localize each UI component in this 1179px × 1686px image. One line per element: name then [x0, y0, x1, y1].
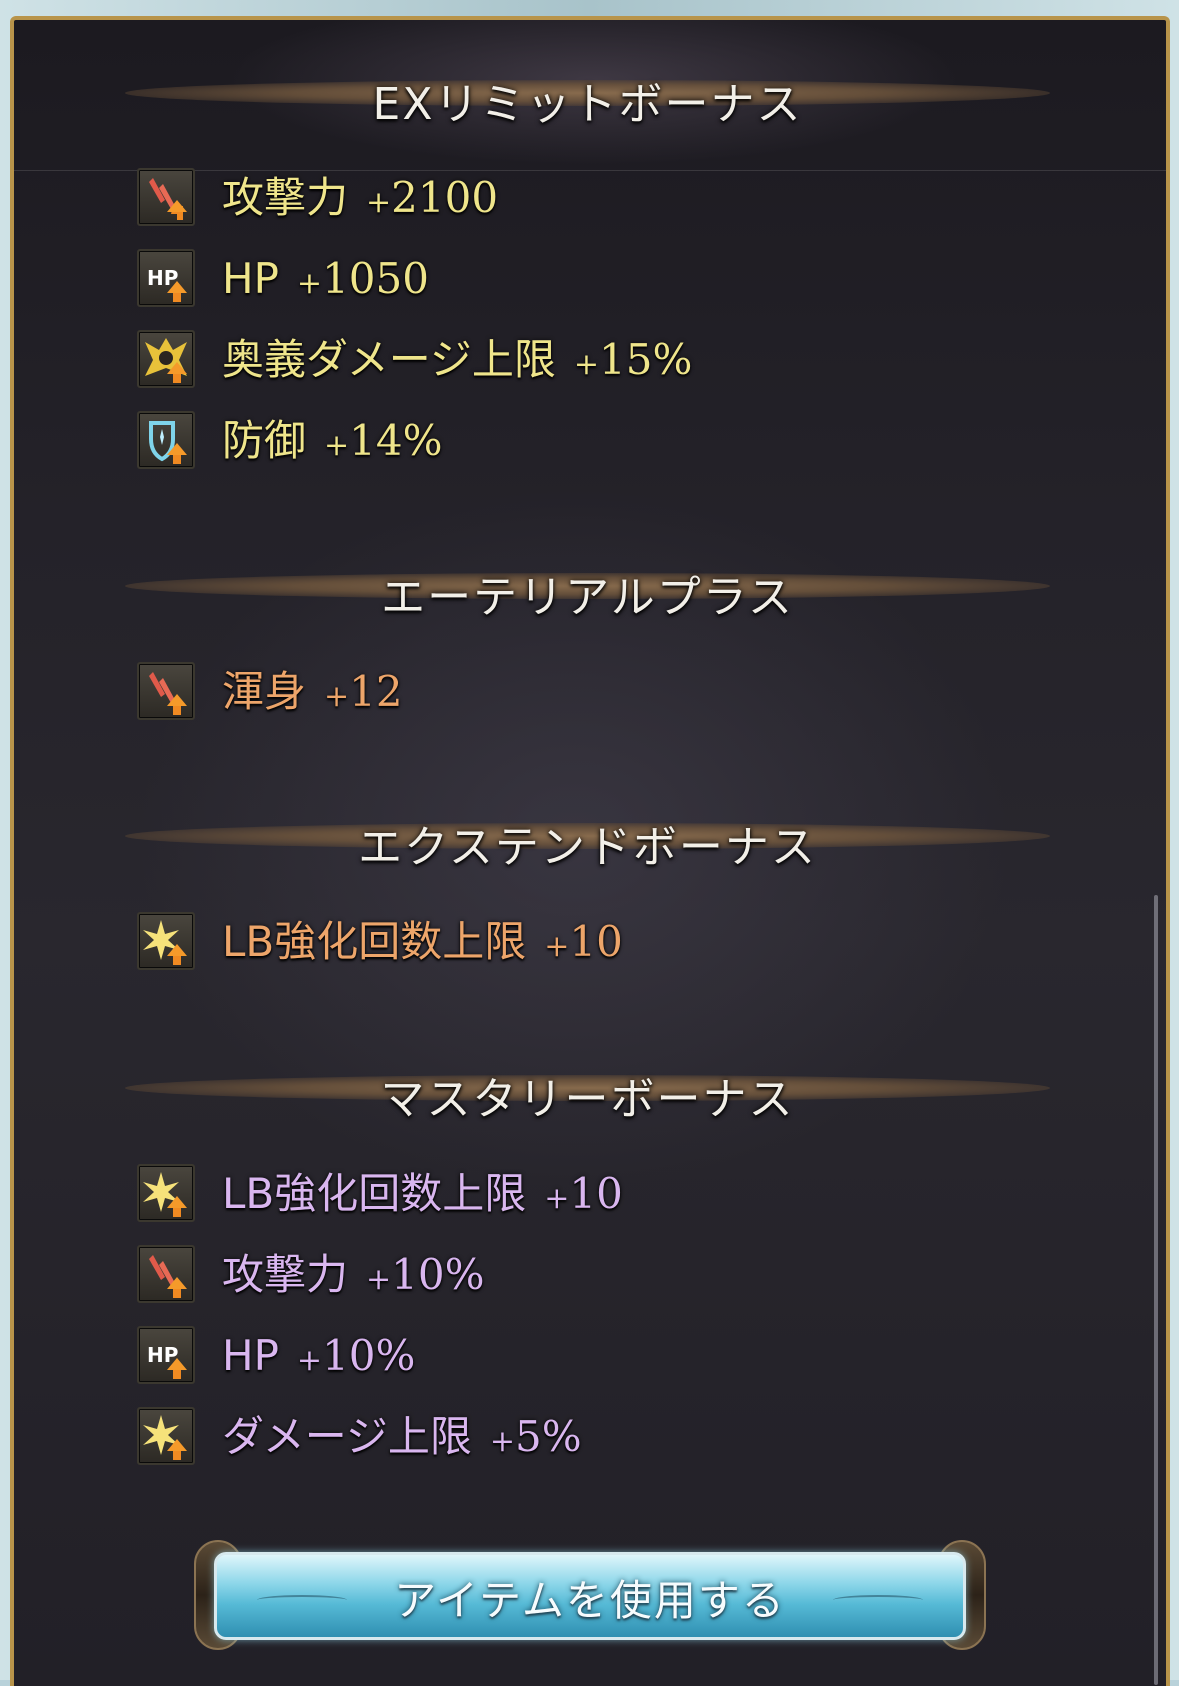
section-header-mastery-bonus: マスタリーボーナス [125, 1057, 1050, 1125]
section-header-ex-limit: EXリミットボーナス [125, 62, 1050, 130]
use-item-button[interactable]: アイテムを使用する [194, 1540, 986, 1650]
section-header-etherial-plus: エーテリアルプラス [125, 555, 1050, 623]
hp-up-icon: HP [137, 1326, 195, 1384]
bonus-value: 10 [569, 917, 623, 966]
use-item-button-label[interactable]: アイテムを使用する [200, 1567, 980, 1628]
section-title: エクステンドボーナス [358, 822, 817, 873]
bonus-label: 攻撃力 [222, 1250, 349, 1299]
bonus-value: 12 [349, 667, 403, 716]
bonus-label: 奥義ダメージ上限 [222, 335, 556, 384]
defense-up-icon [137, 411, 195, 469]
bonus-label: HP [222, 254, 279, 303]
section-title: エーテリアルプラス [381, 572, 794, 623]
bonus-label: 渾身 [222, 667, 307, 716]
bonus-label: 攻撃力 [222, 173, 349, 222]
ougi-damage-cap-up-icon [137, 330, 195, 388]
bonus-label: LB強化回数上限 [222, 917, 527, 966]
attack-up-icon [137, 662, 195, 720]
bonus-label: LB強化回数上限 [222, 1169, 527, 1218]
section-header-extend-bonus: エクステンドボーナス [125, 805, 1050, 873]
bonus-value: 5% [515, 1412, 582, 1461]
hp-up-icon: HP [137, 249, 195, 307]
attack-up-icon [137, 1245, 195, 1303]
section-title: EXリミットボーナス [372, 79, 803, 130]
bonus-value: 15% [599, 335, 693, 384]
star-burst-up-icon [137, 1164, 195, 1222]
bonus-value: 14% [349, 416, 443, 465]
bonus-value: 1050 [322, 254, 429, 303]
bonus-label: 防御 [222, 416, 307, 465]
star-burst-up-icon [137, 912, 195, 970]
bonus-value: 10% [322, 1331, 416, 1380]
bonus-value: 10% [391, 1250, 485, 1299]
attack-up-icon [137, 168, 195, 226]
star-burst-up-icon [137, 1407, 195, 1465]
bonus-label: HP [222, 1331, 279, 1380]
section-title: マスタリーボーナス [380, 1074, 795, 1125]
bonus-value: 10 [569, 1169, 623, 1218]
bonus-label: ダメージ上限 [222, 1412, 472, 1461]
scrollbar[interactable] [1154, 895, 1158, 1685]
bonus-value: 2100 [391, 173, 499, 222]
